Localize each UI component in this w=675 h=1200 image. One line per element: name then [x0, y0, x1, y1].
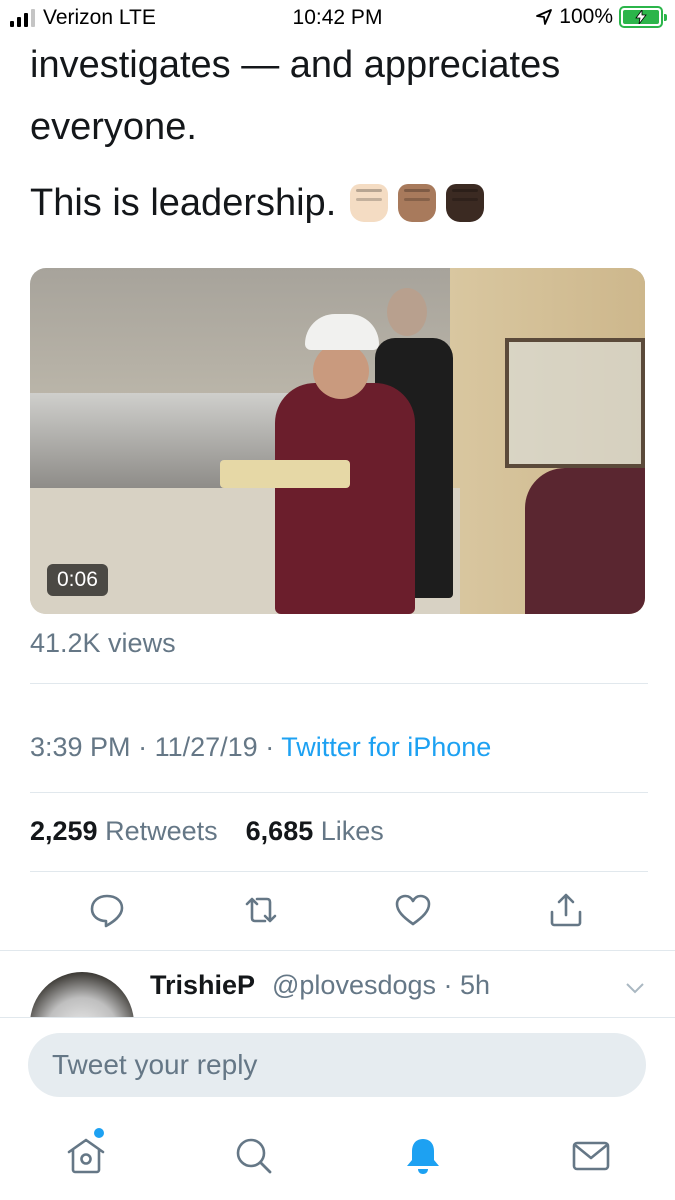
share-icon[interactable] — [546, 890, 586, 930]
search-icon[interactable] — [232, 1134, 276, 1178]
tweet-time: 3:39 PM — [30, 732, 131, 762]
avatar[interactable] — [30, 972, 134, 1018]
divider — [30, 871, 648, 872]
home-icon[interactable] — [64, 1134, 108, 1178]
view-count: 41.2K views — [30, 628, 176, 658]
status-right: 100% — [535, 5, 667, 29]
raised-fist-dark-icon — [446, 184, 485, 222]
chevron-down-icon[interactable] — [623, 976, 647, 1000]
notification-dot — [94, 1128, 104, 1138]
location-icon — [536, 9, 553, 25]
tweet-text-line-1: investigates — and appreciates — [30, 44, 561, 86]
tweet-text: investigates — and appreciates everyone.… — [30, 34, 650, 234]
tweet-date: 11/27/19 — [154, 732, 258, 762]
tweet-source-link[interactable]: Twitter for iPhone — [281, 732, 491, 762]
battery-percent: 100% — [559, 5, 613, 28]
reply-tweet[interactable]: TrishieP @plovesdogs · 5h — [0, 950, 675, 1018]
tweet-text-para-2: This is leadership. — [30, 172, 650, 234]
retweets-stat[interactable]: 2,259 Retweets — [30, 816, 218, 847]
status-bar: Verizon LTE 10:42 PM 100% — [0, 0, 675, 36]
reply-bar — [0, 1017, 675, 1117]
tweet-text-leadership: This is leadership. — [30, 182, 337, 224]
reply-author-name[interactable]: TrishieP — [150, 970, 255, 1001]
tweet-actions — [0, 890, 675, 934]
tweet-meta: 3:39 PM · 11/27/19 · Twitter for iPhone — [30, 732, 492, 762]
tweet-stats: 2,259 Retweets 6,685 Likes — [30, 816, 384, 847]
retweet-icon[interactable] — [241, 890, 281, 930]
tweet-text-line-2: everyone. — [30, 106, 197, 148]
likes-stat[interactable]: 6,685 Likes — [246, 816, 384, 847]
reply-author-handle: @plovesdogs · 5h — [272, 970, 491, 1000]
raised-fist-light-icon — [350, 184, 389, 222]
divider — [30, 683, 648, 684]
video-duration: 0:06 — [47, 564, 108, 596]
notifications-icon[interactable] — [401, 1134, 445, 1178]
video-player[interactable]: 0:06 — [30, 268, 645, 614]
divider — [30, 792, 648, 793]
reply-input[interactable] — [28, 1033, 646, 1097]
raised-fist-medium-icon — [398, 184, 437, 222]
reply-icon[interactable] — [87, 890, 127, 930]
messages-icon[interactable] — [569, 1134, 613, 1178]
battery-icon — [619, 6, 667, 28]
like-icon[interactable] — [393, 890, 433, 930]
